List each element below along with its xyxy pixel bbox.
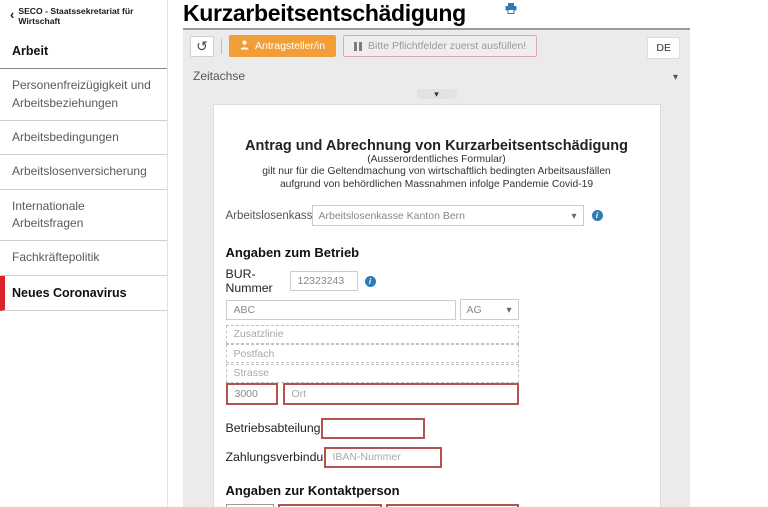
timeline-label: Zeitachse (193, 69, 245, 83)
warning-label: Bitte Pflichtfelder zuerst ausfüllen! (368, 40, 526, 52)
sidebar-back-link[interactable]: SECO - Staatssekretariat für Wirtschaft (0, 0, 167, 30)
sidebar-item-arbeitslosenversicherung[interactable]: Arbeitslosenversicherung (0, 155, 167, 189)
arbeitslosenkasse-selected-value: Arbeitslosenkasse Kanton Bern (319, 210, 466, 222)
betrieb-section-heading: Angaben zum Betrieb (226, 245, 648, 260)
form-subtitle-1: (Ausserordentliches Formular) (226, 154, 648, 166)
print-icon[interactable] (505, 1, 517, 12)
form-header: Antrag und Abrechnung von Kurzarbeitsent… (226, 138, 648, 191)
arbeitslosenkasse-row: Arbeitslosenkasse Arbeitslosenkasse Kant… (226, 205, 648, 226)
chevron-down-icon (434, 84, 439, 101)
info-icon[interactable] (592, 210, 603, 221)
anrede-select[interactable]: Herr (226, 504, 274, 507)
arbeitslosenkasse-label: Arbeitslosenkasse (226, 210, 312, 222)
language-button[interactable]: DE (647, 37, 680, 59)
applicant-button-label: Antragsteller/in (255, 40, 325, 52)
bur-nummer-label: BUR-Nummer (226, 267, 290, 295)
form-subtitle-2: gilt nur für die Geltendmachung von wirt… (226, 166, 648, 178)
bur-nummer-row: BUR-Nummer (226, 267, 648, 295)
zahlungsverbindung-row: Zahlungsverbindung (226, 447, 648, 468)
info-icon[interactable] (365, 276, 376, 287)
undo-button[interactable] (190, 36, 214, 57)
applicant-button[interactable]: Antragsteller/in (229, 35, 336, 57)
form-subtitle-3: aufgrund von behördlichen Massnahmen inf… (226, 179, 648, 191)
vorname-input[interactable] (278, 504, 382, 507)
rechtsform-select[interactable]: AG (460, 299, 519, 320)
chevron-down-icon (506, 304, 511, 316)
page-title: Kurzarbeitsentschädigung (183, 0, 690, 26)
sidebar-item-neues-coronavirus[interactable]: Neues Coronavirus (0, 276, 167, 311)
toolbar: Antragsteller/in Bitte Pflichtfelder zue… (183, 30, 690, 61)
form-panel: Antrag und Abrechnung von Kurzarbeitsent… (213, 104, 661, 507)
sidebar-back-label: SECO - Staatssekretariat für Wirtschaft (18, 6, 159, 26)
betriebsabteilung-row: Betriebsabteilung (226, 418, 648, 439)
betriebsabteilung-input[interactable] (321, 418, 425, 439)
betriebsabteilung-label: Betriebsabteilung (226, 421, 321, 435)
address-optional-fields (226, 324, 648, 383)
iban-input[interactable] (324, 447, 442, 468)
plz-ort-row (226, 383, 648, 405)
arbeitslosenkasse-select[interactable]: Arbeitslosenkasse Kanton Bern (312, 205, 584, 226)
sidebar-item-internationale-arbeitsfragen[interactable]: Internationale Arbeitsfragen (0, 190, 167, 242)
ort-input[interactable] (283, 383, 519, 405)
kontakt-section-heading: Angaben zur Kontaktperson (226, 483, 648, 498)
person-icon (240, 40, 249, 53)
bur-nummer-input[interactable] (290, 271, 358, 291)
toolbar-separator (221, 39, 222, 54)
main-content: Kurzarbeitsentschädigung (183, 0, 690, 507)
page: SECO - Staatssekretariat für Wirtschaft … (0, 0, 768, 507)
sidebar-item-personenfreizuegigkeit[interactable]: Personenfreizügigkeit und Arbeitsbeziehu… (0, 69, 167, 121)
zahlungsverbindung-label: Zahlungsverbindung (226, 450, 324, 464)
sidebar-item-arbeit[interactable]: Arbeit (0, 34, 167, 69)
collapse-handle[interactable] (417, 89, 457, 99)
zusatzzeile-input[interactable] (226, 325, 519, 344)
rechtsform-selected-value: AG (467, 304, 482, 316)
chevron-left-icon (10, 11, 14, 21)
strasse-input[interactable] (226, 364, 519, 383)
pause-icon (354, 42, 362, 51)
plz-input[interactable] (226, 383, 278, 405)
required-fields-warning-button[interactable]: Bitte Pflichtfelder zuerst ausfüllen! (343, 35, 537, 57)
form-application: Antragsteller/in Bitte Pflichtfelder zue… (183, 28, 690, 507)
chevron-down-icon (673, 69, 678, 83)
firma-input[interactable] (226, 300, 456, 320)
sidebar-item-arbeitsbedingungen[interactable]: Arbeitsbedingungen (0, 121, 167, 155)
chevron-down-icon (571, 210, 576, 222)
sidebar-item-fachkraeftepolitik[interactable]: Fachkräftepolitik (0, 241, 167, 275)
postfach-input[interactable] (226, 344, 519, 363)
kontaktperson-row: Herr (226, 504, 648, 507)
firma-row: AG (226, 299, 648, 320)
sidebar: SECO - Staatssekretariat für Wirtschaft … (0, 0, 168, 507)
form-title: Antrag und Abrechnung von Kurzarbeitsent… (226, 138, 648, 154)
name-input[interactable] (386, 504, 519, 507)
